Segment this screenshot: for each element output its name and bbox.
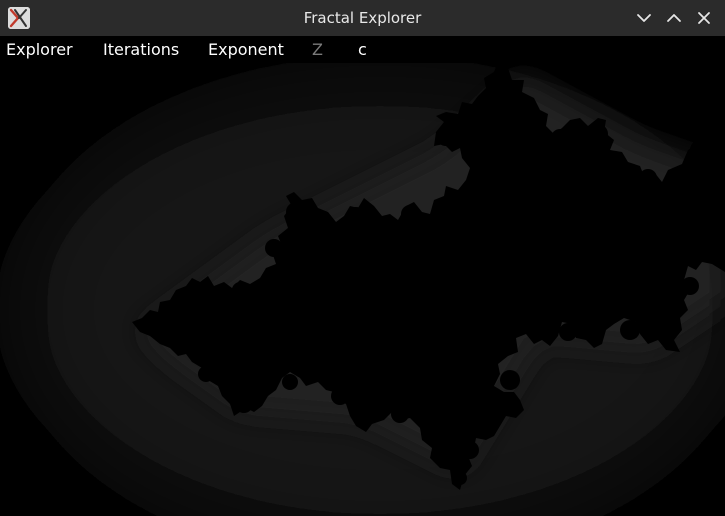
minimize-button[interactable] — [632, 6, 656, 30]
title-bar[interactable]: Fractal Explorer — [0, 0, 725, 37]
menu-bar: Explorer Iterations Exponent Z c — [0, 36, 725, 63]
minimize-icon — [637, 14, 651, 22]
maximize-icon — [667, 14, 681, 22]
menu-c[interactable]: c — [358, 36, 367, 63]
app-window: Fractal Explorer Explorer Iterations Exp… — [0, 0, 725, 516]
close-icon — [698, 12, 710, 24]
close-button[interactable] — [692, 6, 716, 30]
menu-explorer[interactable]: Explorer — [6, 36, 73, 63]
fractal-canvas[interactable] — [0, 62, 725, 516]
menu-iterations[interactable]: Iterations — [103, 36, 179, 63]
menu-z[interactable]: Z — [312, 36, 323, 63]
julia-set-fractal — [0, 62, 725, 516]
window-title: Fractal Explorer — [303, 9, 422, 27]
maximize-button[interactable] — [662, 6, 686, 30]
x-app-icon — [8, 7, 30, 29]
menu-exponent[interactable]: Exponent — [208, 36, 284, 63]
